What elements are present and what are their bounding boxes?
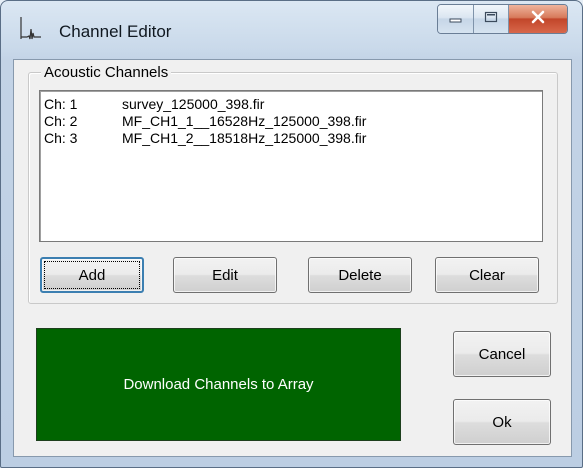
list-item[interactable]: Ch: 2 MF_CH1_1__16528Hz_125000_398.fir [40,111,542,129]
maximize-button[interactable] [474,5,509,33]
add-button[interactable]: Add [40,257,144,293]
delete-button[interactable]: Delete [308,257,412,293]
channel-number: Ch: 3 [44,130,78,146]
clear-button[interactable]: Clear [435,257,539,293]
list-item[interactable]: Ch: 1 survey_125000_398.fir [40,94,542,112]
channel-file: MF_CH1_2__18518Hz_125000_398.fir [122,130,367,146]
maximize-icon [484,10,498,28]
channel-editor-window: Channel Editor Acoustic Channels Ch: 1 s… [0,0,583,468]
channel-file: MF_CH1_1__16528Hz_125000_398.fir [122,113,367,129]
minimize-icon [449,10,463,28]
acoustic-channels-group: Acoustic Channels Ch: 1 survey_125000_39… [28,64,558,304]
channel-file: survey_125000_398.fir [122,96,265,112]
window-title: Channel Editor [59,22,172,41]
ok-button[interactable]: Ok [453,399,551,445]
close-icon [530,10,546,29]
close-button[interactable] [509,5,567,33]
dialog-body: Acoustic Channels Ch: 1 survey_125000_39… [13,59,572,457]
minimize-button[interactable] [438,5,474,33]
edit-button[interactable]: Edit [173,257,277,293]
cancel-button[interactable]: Cancel [453,331,551,377]
title-bar[interactable]: Channel Editor [1,1,582,59]
download-channels-button[interactable]: Download Channels to Array [36,328,401,441]
channel-number: Ch: 2 [44,113,78,129]
channel-list[interactable]: Ch: 1 survey_125000_398.fir Ch: 2 MF_CH1… [39,90,543,242]
waveform-icon [19,15,43,41]
window-controls [437,4,568,34]
group-label: Acoustic Channels [41,64,172,81]
list-item[interactable]: Ch: 3 MF_CH1_2__18518Hz_125000_398.fir [40,128,542,146]
channel-number: Ch: 1 [44,96,78,112]
